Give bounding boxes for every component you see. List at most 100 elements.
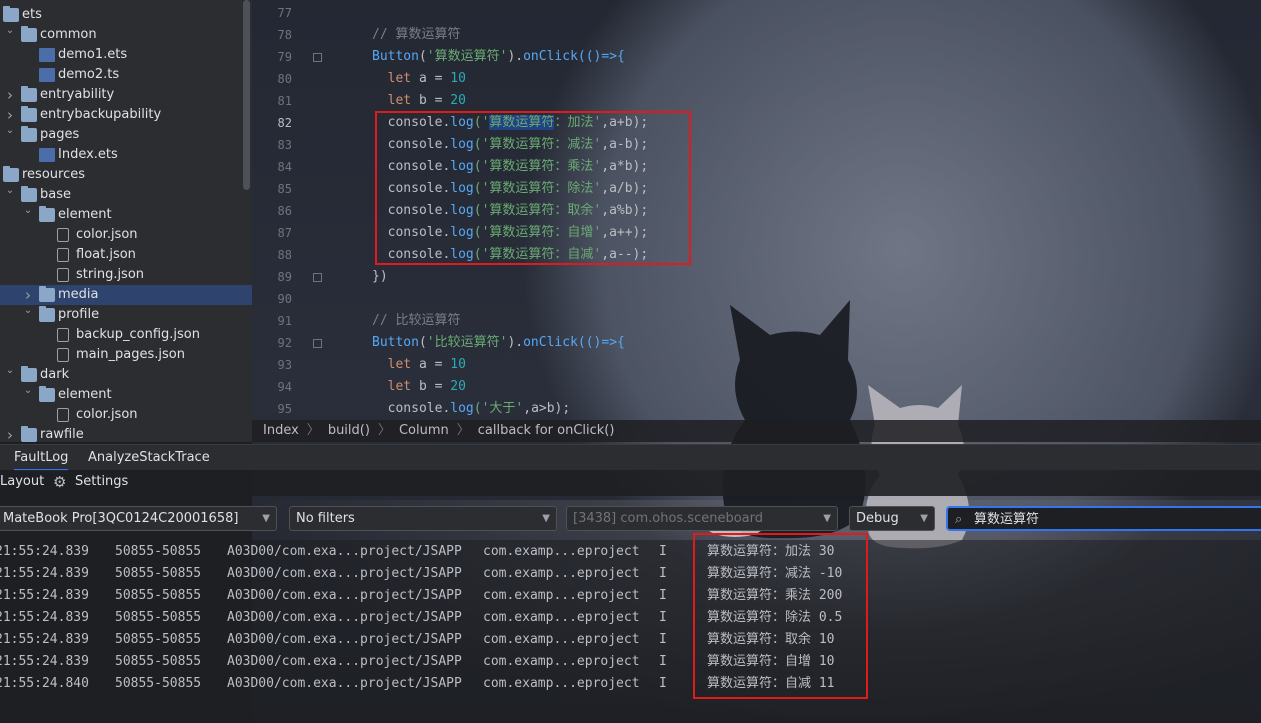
log-level-select[interactable]: Debug ▼ [849, 506, 935, 531]
line-number: 87 [277, 226, 292, 240]
tree-item[interactable]: float.json [0, 245, 252, 265]
chevron-down-icon[interactable]: ⌄ [22, 301, 34, 321]
tree-item[interactable]: Index.ets [0, 145, 252, 165]
project-tree: ⌄ets⌄common demo1.ets demo2.ts ›entryabilit… [0, 0, 252, 442]
line-number: 81 [277, 94, 292, 108]
tree-item[interactable]: color.json [0, 225, 252, 245]
code-line: // 算数运算符 [372, 27, 461, 42]
chevron-down-icon[interactable]: ⌄ [22, 381, 34, 401]
chevron-right-icon[interactable]: › [4, 85, 16, 105]
tree-item[interactable]: ⌄ base [0, 185, 252, 205]
device-select-value: MateBook Pro[3QC0124C20001658] [3, 511, 239, 526]
chevron-down-icon[interactable]: ⌄ [4, 21, 16, 41]
file-icon [57, 348, 69, 362]
tree-item[interactable]: backup_config.json [0, 325, 252, 345]
tree-item[interactable]: › rawfile [0, 425, 252, 442]
process-select[interactable]: [3438] com.ohos.sceneboard ▼ [566, 506, 838, 531]
line-number: 93 [277, 358, 292, 372]
breadcrumb-item[interactable]: Column [399, 423, 449, 438]
tree-item[interactable]: ⌄ets [0, 5, 252, 25]
log-tag: A03D00/com.exa...project/JSAPP [227, 544, 462, 559]
chevron-down-icon: ▼ [920, 513, 928, 524]
fold-marker-icon[interactable] [313, 339, 322, 348]
tree-item-label: media [58, 287, 99, 302]
log-row[interactable]: 21:55:24.839 50855-50855 A03D00/com.exa...… [0, 541, 1261, 563]
log-row[interactable]: 21:55:24.839 50855-50855 A03D00/com.exa...… [0, 629, 1261, 651]
fold-marker-icon[interactable] [313, 53, 322, 62]
log-row[interactable]: 21:55:24.839 50855-50855 A03D00/com.exa...… [0, 563, 1261, 585]
tree-item[interactable]: › media [0, 285, 252, 305]
log-tag: A03D00/com.exa...project/JSAPP [227, 610, 462, 625]
log-row[interactable]: 21:55:24.839 50855-50855 A03D00/com.exa...… [0, 651, 1261, 673]
folder-icon [39, 386, 55, 402]
filter-select-value: No filters [296, 511, 355, 526]
log-tag: A03D00/com.exa...project/JSAPP [227, 588, 462, 603]
log-level: I [659, 676, 667, 691]
breadcrumb-item[interactable]: build() [328, 423, 370, 438]
tree-item[interactable]: ⌄ element [0, 205, 252, 225]
line-number: 82 [277, 116, 292, 130]
log-level: I [659, 610, 667, 625]
tab-analyze-stack-trace[interactable]: AnalyzeStackTrace [88, 445, 210, 471]
chevron-down-icon[interactable]: ⌄ [4, 121, 16, 141]
log-time: 21:55:24.839 [0, 544, 89, 559]
line-number: 94 [277, 380, 292, 394]
filter-select[interactable]: No filters ▼ [289, 506, 557, 531]
log-row[interactable]: 21:55:24.839 50855-50855 A03D00/com.exa...… [0, 607, 1261, 629]
code-line: console.log('大于',a>b); [372, 401, 571, 416]
folder-icon [21, 86, 37, 102]
tree-item[interactable]: demo2.ts [0, 65, 252, 85]
log-pid: 50855-50855 [115, 610, 202, 625]
log-search-input[interactable]: ⌕ 算数运算符 [946, 506, 1261, 531]
log-pid: 50855-50855 [115, 588, 202, 603]
breadcrumb-item[interactable]: callback for onClick() [478, 423, 615, 438]
tree-item[interactable]: ⌄ common [0, 25, 252, 45]
chevron-down-icon[interactable]: ⌄ [4, 361, 16, 381]
chevron-down-icon: ▼ [542, 513, 550, 524]
log-level-value: Debug [856, 511, 899, 526]
layout-button[interactable]: Layout [0, 470, 44, 494]
tree-item-label: float.json [76, 247, 136, 262]
tree-item[interactable]: ⌄ pages [0, 125, 252, 145]
tree-item-label: profile [58, 307, 100, 322]
log-row[interactable]: 21:55:24.840 50855-50855 A03D00/com.exa...… [0, 673, 1261, 695]
line-number: 83 [277, 138, 292, 152]
log-pid: 50855-50855 [115, 566, 202, 581]
log-pid: 50855-50855 [115, 676, 202, 691]
chevron-down-icon[interactable]: ⌄ [4, 181, 16, 201]
line-number: 90 [277, 292, 292, 306]
line-number: 92 [277, 336, 292, 350]
tree-item-label: base [40, 187, 71, 202]
tree-item[interactable]: color.json [0, 405, 252, 425]
log-level: I [659, 544, 667, 559]
log-tag: A03D00/com.exa...project/JSAPP [227, 654, 462, 669]
tree-item[interactable]: ⌄ element [0, 385, 252, 405]
tree-item[interactable]: ⌄resources [0, 165, 252, 185]
tree-item-label: demo2.ts [58, 67, 120, 82]
log-output[interactable]: 21:55:24.839 50855-50855 A03D00/com.exa...… [0, 540, 1261, 723]
tree-item[interactable]: › entrybackupability [0, 105, 252, 125]
chevron-down-icon[interactable]: ⌄ [22, 201, 34, 221]
folder-icon [39, 286, 55, 302]
chevron-right-icon[interactable]: › [4, 425, 16, 442]
file-icon [57, 268, 69, 282]
tree-item[interactable]: ⌄ dark [0, 365, 252, 385]
tree-item[interactable]: demo1.ets [0, 45, 252, 65]
log-row[interactable]: 21:55:24.839 50855-50855 A03D00/com.exa...… [0, 585, 1261, 607]
folder-icon [21, 126, 37, 142]
gear-icon[interactable]: ⚙ [53, 470, 66, 494]
tree-item-label: main_pages.json [76, 347, 185, 362]
tree-item[interactable]: main_pages.json [0, 345, 252, 365]
breadcrumb-item[interactable]: Index [263, 423, 299, 438]
tree-item-label: demo1.ets [58, 47, 128, 62]
tree-item[interactable]: ⌄ profile [0, 305, 252, 325]
line-number: 88 [277, 248, 292, 262]
fold-marker-icon[interactable] [313, 273, 322, 282]
tree-item-label: rawfile [40, 427, 84, 442]
tree-scrollbar[interactable] [243, 0, 250, 190]
device-select[interactable]: MateBook Pro[3QC0124C20001658] ▼ [0, 506, 277, 531]
tree-item[interactable]: string.json [0, 265, 252, 285]
tree-item[interactable]: › entryability [0, 85, 252, 105]
settings-button[interactable]: Settings [75, 470, 128, 494]
tab-faultlog[interactable]: FaultLog [14, 445, 69, 471]
